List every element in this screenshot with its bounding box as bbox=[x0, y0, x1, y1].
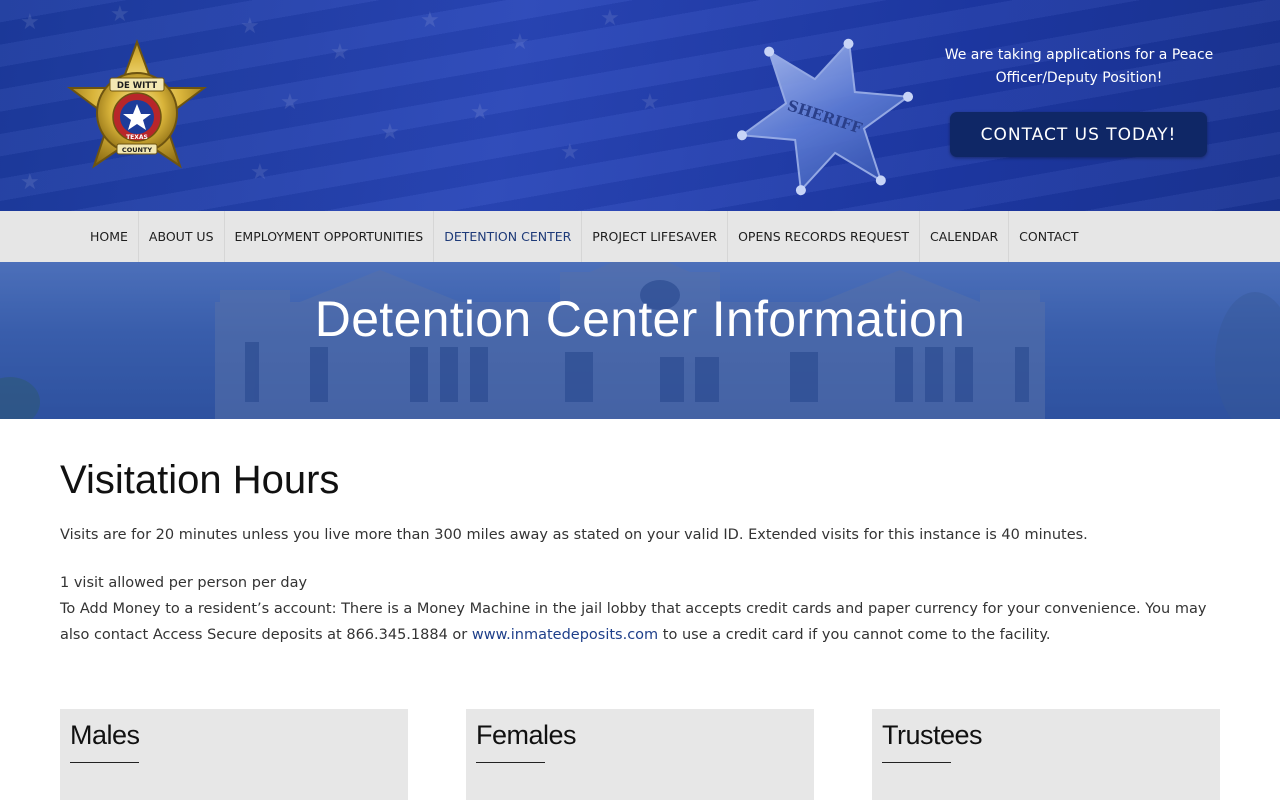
nav-item-open-records-request[interactable]: OPENS RECORDS REQUEST bbox=[728, 211, 921, 262]
card-title-males: Males bbox=[70, 720, 140, 750]
nav-item-detention-center[interactable]: DETENTION CENTER bbox=[434, 211, 583, 262]
main-navigation: HOME ABOUT US EMPLOYMENT OPPORTUNITIES D… bbox=[0, 211, 1280, 262]
page-hero: Detention Center Information bbox=[0, 262, 1280, 419]
contact-us-button[interactable]: CONTACT US TODAY! bbox=[950, 112, 1207, 157]
sheriff-badge-decoration: SHERIFF bbox=[736, 38, 914, 196]
sheriff-logo[interactable]: DE WITT TEXAS COUNTY bbox=[62, 38, 212, 183]
visit-duration-text: Visits are for 20 minutes unless you liv… bbox=[60, 527, 1088, 543]
nav-item-employment-opportunities[interactable]: EMPLOYMENT OPPORTUNITIES bbox=[225, 211, 435, 262]
nav-item-about-us[interactable]: ABOUT US bbox=[139, 211, 225, 262]
trustees-card: Trustees bbox=[872, 709, 1220, 800]
main-content: Visitation Hours Visits are for 20 minut… bbox=[60, 458, 1220, 643]
females-card: Females bbox=[466, 709, 814, 800]
card-title-females: Females bbox=[476, 720, 577, 750]
svg-text:COUNTY: COUNTY bbox=[122, 146, 152, 154]
nav-item-home[interactable]: HOME bbox=[80, 211, 139, 262]
visit-limit-text: 1 visit allowed per person per day bbox=[60, 575, 308, 591]
add-money-text: To Add Money to a resident’s account: Th… bbox=[60, 596, 1220, 648]
card-title-underline bbox=[476, 762, 545, 763]
card-title-trustees: Trustees bbox=[882, 720, 983, 750]
card-title-underline bbox=[882, 762, 951, 763]
svg-text:TEXAS: TEXAS bbox=[126, 134, 148, 141]
svg-text:DE WITT: DE WITT bbox=[117, 81, 157, 91]
inmate-deposits-link[interactable]: www.inmatedeposits.com bbox=[472, 627, 658, 643]
nav-item-contact[interactable]: CONTACT bbox=[1009, 211, 1088, 262]
add-money-text-part2: to use a credit card if you cannot come … bbox=[658, 627, 1051, 643]
section-title-visitation-hours: Visitation Hours bbox=[60, 458, 340, 502]
nav-item-calendar[interactable]: CALENDAR bbox=[920, 211, 1010, 262]
nav-item-project-lifesaver[interactable]: PROJECT LIFESAVER bbox=[582, 211, 729, 262]
males-card: Males bbox=[60, 709, 408, 800]
page-title: Detention Center Information bbox=[314, 291, 966, 347]
site-header: ★ ★ ★ ★ ★ ★ ★ ★ ★ ★ ★ ★ ★ ★ DE WITT TEXAS COUNT… bbox=[0, 0, 1280, 211]
card-title-underline bbox=[70, 762, 139, 763]
recruitment-notice: We are taking applications for a Peace O… bbox=[944, 47, 1214, 86]
